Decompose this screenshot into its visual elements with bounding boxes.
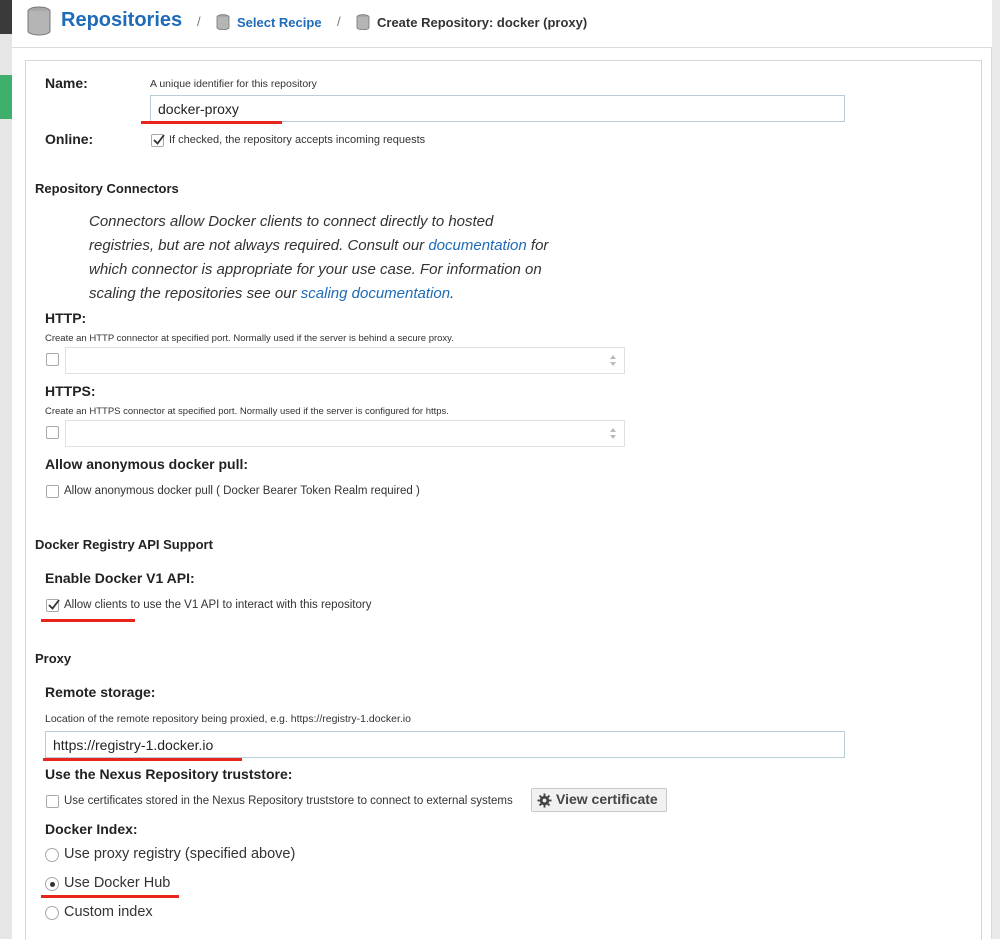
truststore-checkbox[interactable]	[46, 795, 59, 808]
breadcrumb-select-recipe[interactable]: Select Recipe	[237, 15, 322, 30]
name-input[interactable]	[150, 95, 845, 122]
left-sidebar-strip	[0, 0, 12, 939]
docker-v1-api-label: Enable Docker V1 API:	[45, 570, 195, 586]
remote-storage-input[interactable]	[45, 731, 845, 758]
text-span: scaling the repositories see our	[89, 285, 301, 302]
radio-selected-dot	[49, 881, 55, 887]
checkmark-icon	[48, 599, 60, 610]
docker-v1-api-text: Allow clients to use the V1 API to inter…	[64, 599, 372, 611]
https-port-input[interactable]	[65, 420, 625, 447]
http-checkbox[interactable]	[46, 353, 59, 366]
index-option-proxy-radio[interactable]	[45, 848, 59, 862]
truststore-label: Use the Nexus Repository truststore:	[45, 766, 293, 782]
gear-icon	[537, 793, 552, 808]
database-icon	[356, 14, 370, 35]
online-help: If checked, the repository accepts incom…	[169, 134, 426, 146]
anonymous-pull-label: Allow anonymous docker pull:	[45, 456, 249, 472]
index-option-custom-label[interactable]: Custom index	[64, 904, 153, 920]
https-help: Create an HTTPS connector at specified p…	[45, 406, 449, 417]
annotation-underline	[41, 619, 135, 622]
section-proxy: Proxy	[35, 651, 72, 666]
view-certificate-label: View certificate	[556, 791, 658, 807]
https-checkbox[interactable]	[46, 426, 59, 439]
index-option-proxy-label[interactable]: Use proxy registry (specified above)	[64, 846, 295, 862]
docker-v1-api-checkbox[interactable]	[46, 599, 60, 612]
breadcrumb-separator: /	[337, 14, 341, 29]
name-label: Name:	[45, 75, 88, 91]
http-label: HTTP:	[45, 310, 87, 326]
window-right-edge	[991, 0, 1000, 939]
breadcrumb-separator: /	[197, 14, 201, 29]
documentation-link[interactable]: documentation	[428, 237, 526, 254]
index-option-docker-hub-radio[interactable]	[45, 877, 59, 891]
annotation-underline	[141, 121, 282, 124]
remote-storage-help: Location of the remote repository being …	[45, 713, 411, 725]
docker-index-label: Docker Index:	[45, 821, 138, 837]
connectors-description-line: registries, but are not always required.…	[89, 234, 609, 258]
remote-storage-label: Remote storage:	[45, 684, 156, 700]
http-help: Create an HTTP connector at specified po…	[45, 333, 454, 344]
https-label: HTTPS:	[45, 383, 96, 399]
connectors-description-line: Connectors allow Docker clients to conne…	[89, 213, 494, 230]
annotation-underline	[43, 758, 242, 761]
database-icon	[216, 14, 230, 35]
spinner-arrows-icon[interactable]	[609, 353, 617, 368]
connectors-description-line: scaling the repositories see our scaling…	[89, 282, 609, 306]
index-option-custom-radio[interactable]	[45, 906, 59, 920]
index-option-docker-hub-label[interactable]: Use Docker Hub	[64, 875, 170, 891]
text-span: .	[450, 285, 455, 302]
checkmark-icon	[153, 134, 165, 145]
anonymous-pull-checkbox[interactable]	[46, 485, 59, 498]
text-span: for	[526, 237, 549, 254]
http-port-input[interactable]	[65, 347, 625, 374]
section-docker-registry-api: Docker Registry API Support	[35, 537, 213, 552]
connectors-description: Connectors allow Docker clients to conne…	[89, 210, 609, 306]
page-title[interactable]: Repositories	[61, 9, 182, 32]
spinner-arrows-icon[interactable]	[609, 426, 617, 441]
section-repository-connectors: Repository Connectors	[35, 181, 179, 196]
online-checkbox[interactable]	[151, 134, 165, 147]
truststore-text: Use certificates stored in the Nexus Rep…	[64, 795, 513, 807]
connectors-description-line: which connector is appropriate for your …	[89, 261, 542, 278]
online-label: Online:	[45, 131, 94, 147]
anonymous-pull-text: Allow anonymous docker pull ( Docker Bea…	[64, 485, 420, 497]
annotation-underline	[41, 895, 179, 898]
breadcrumb-current: Create Repository: docker (proxy)	[377, 15, 588, 30]
name-help: A unique identifier for this repository	[150, 78, 317, 90]
text-span: registries, but are not always required.…	[89, 237, 429, 254]
sidebar-dark-block	[0, 0, 12, 34]
database-icon	[26, 6, 52, 41]
scaling-documentation-link[interactable]: scaling documentation	[301, 285, 450, 302]
breadcrumb: Repositories / Select Recipe / Create Re…	[12, 0, 992, 48]
view-certificate-button[interactable]: View certificate	[531, 788, 667, 812]
sidebar-active-indicator	[0, 75, 12, 119]
